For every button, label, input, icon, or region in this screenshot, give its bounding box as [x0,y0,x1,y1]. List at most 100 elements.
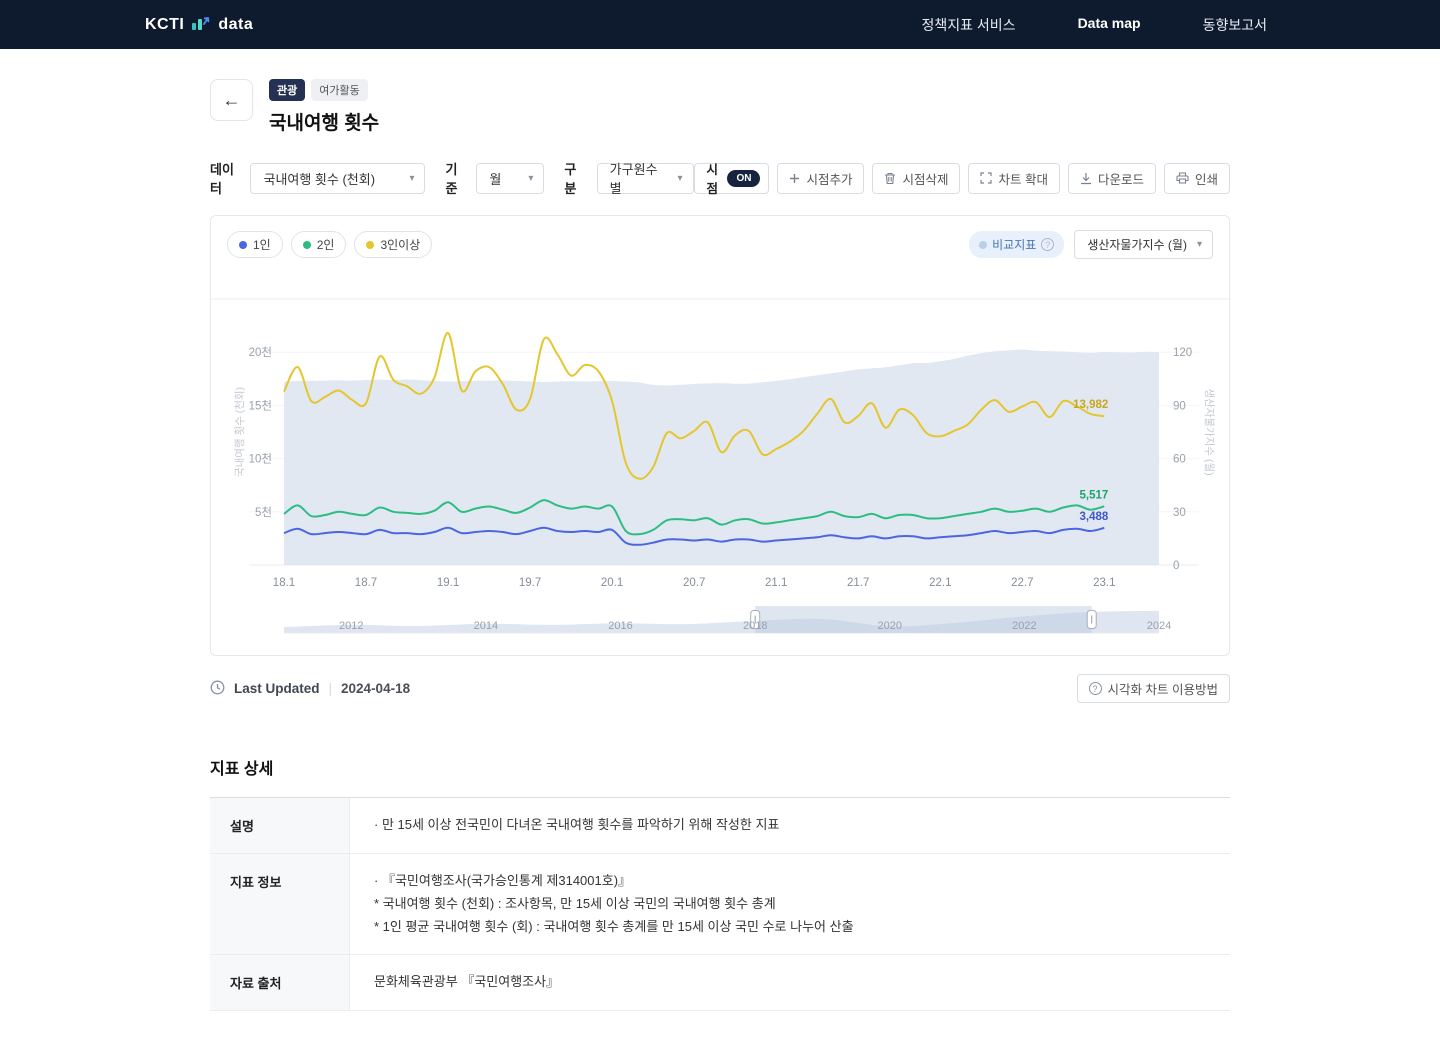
row-label: 지표 정보 [210,854,350,954]
data-select-label: 데이터 [210,159,241,197]
plus-icon [789,173,800,184]
table-row: 지표 정보 · 『국민여행조사(국가승인통계 제314001호)』 * 국내여행… [210,854,1230,955]
page-title: 국내여행 횟수 [269,108,379,135]
trash-icon [884,172,896,185]
svg-text:23.1: 23.1 [1093,577,1115,589]
svg-text:30: 30 [1173,507,1186,519]
svg-text:20.7: 20.7 [683,577,705,589]
chevron-down-icon: ▾ [528,173,533,184]
print-icon [1176,172,1189,184]
time-point-toggle[interactable]: 시점 ON [694,163,770,194]
logo-chart-icon [191,15,211,35]
compare-select-value: 생산자물가지수 (월) [1087,236,1187,253]
row-label: 자료 출처 [210,955,350,1010]
last-updated-label: Last Updated [234,681,320,696]
svg-text:국내여행 횟수 (천회): 국내여행 횟수 (천회) [234,387,246,477]
indicator-detail-table: 설명 · 만 15세 이상 전국민이 다녀온 국내여행 횟수를 파악하기 위해 … [210,797,1230,1011]
compare-indicator-chip[interactable]: 비교지표 ? [969,231,1064,258]
back-button[interactable]: ← [210,79,253,121]
logo-kcti-text: KCTI [145,16,184,34]
tag-leisure: 여가활동 [311,79,367,101]
basis-select[interactable]: 월 ▾ [476,163,544,194]
svg-text:120: 120 [1173,347,1192,359]
download-button[interactable]: 다운로드 [1068,163,1156,194]
svg-text:22.1: 22.1 [929,577,951,589]
expand-chart-button[interactable]: 차트 확대 [968,163,1059,194]
tag-tourism: 관광 [269,79,305,101]
print-button[interactable]: 인쇄 [1164,163,1230,194]
svg-text:21.7: 21.7 [847,577,869,589]
last-updated-date: 2024-04-18 [341,681,410,696]
legend-dot-yellow [366,241,374,249]
basis-select-value: 월 [489,169,501,188]
clock-icon [210,680,225,698]
legend-item-3person-plus[interactable]: 3인이상 [354,231,432,258]
svg-text:10천: 10천 [249,452,272,466]
legend-dot-green [303,241,311,249]
svg-text:21.1: 21.1 [765,577,787,589]
data-select[interactable]: 국내여행 횟수 (천회) ▾ [250,163,425,194]
back-arrow-icon: ← [223,90,241,111]
legend-item-1person[interactable]: 1인 [227,231,283,258]
basis-select-label: 기준 [445,159,467,197]
row-value: · 만 15세 이상 전국민이 다녀온 국내여행 횟수를 파악하기 위해 작성한… [350,798,1230,853]
legend-dot-blue [239,241,247,249]
nav-policy-indicator-service[interactable]: 정책지표 서비스 [922,15,1016,35]
time-point-label: 시점 [707,159,720,197]
svg-text:2020: 2020 [878,620,902,632]
svg-text:90: 90 [1173,400,1186,412]
legend-item-2person[interactable]: 2인 [291,231,347,258]
row-label: 설명 [210,798,350,853]
svg-text:5,517: 5,517 [1080,489,1109,501]
compare-indicator-select[interactable]: 생산자물가지수 (월) ▾ [1074,230,1213,259]
chevron-down-icon: ▾ [409,173,414,184]
row-value: 문화체육관광부 『국민여행조사』 [350,955,1230,1010]
main-nav: 정책지표 서비스 Data map 동향보고서 [922,15,1268,35]
help-question-icon: ? [1041,238,1054,251]
table-row: 자료 출처 문화체육관광부 『국민여행조사』 [210,955,1230,1011]
svg-text:20천: 20천 [249,345,272,359]
svg-text:19.1: 19.1 [437,577,459,589]
group-select[interactable]: 가구원수별 ▾ [597,163,694,194]
title-row: ← 관광 여가활동 국내여행 횟수 [210,79,1230,135]
svg-text:18.7: 18.7 [355,577,377,589]
svg-text:5천: 5천 [255,505,272,519]
toggle-on-badge: ON [727,170,760,187]
svg-text:19.7: 19.7 [519,577,541,589]
add-time-point-button[interactable]: 시점추가 [777,163,864,194]
svg-text:2012: 2012 [339,620,363,632]
svg-text:2022: 2022 [1012,620,1036,632]
nav-trend-report[interactable]: 동향보고서 [1203,15,1267,35]
chevron-down-icon: ▾ [1197,239,1202,250]
svg-text:15천: 15천 [249,398,272,412]
chart-howto-button[interactable]: ? 시각화 차트 이용방법 [1077,674,1230,703]
timeline-brush[interactable]: 2012201420162018202020222024 [211,603,1231,643]
help-question-icon: ? [1089,682,1102,695]
delete-time-point-button[interactable]: 시점삭제 [872,163,960,194]
logo[interactable]: KCTI data [145,15,253,35]
svg-text:2016: 2016 [608,620,632,632]
top-nav: KCTI data 정책지표 서비스 Data map 동향보고서 [0,0,1440,49]
chart-legend: 1인 2인 3인이상 [227,231,432,258]
svg-text:0: 0 [1173,560,1179,572]
svg-text:생산자물가지수 (월): 생산자물가지수 (월) [1203,388,1215,475]
table-row: 설명 · 만 15세 이상 전국민이 다녀온 국내여행 횟수를 파악하기 위해 … [210,798,1230,854]
logo-data-text: data [218,16,253,34]
download-icon [1080,172,1092,185]
meta-row: Last Updated | 2024-04-18 ? 시각화 차트 이용방법 [210,674,1230,703]
nav-data-map[interactable]: Data map [1078,15,1141,35]
svg-text:20.1: 20.1 [601,577,623,589]
category-tags: 관광 여가활동 [269,79,379,101]
svg-text:2024: 2024 [1147,620,1171,632]
svg-text:3,488: 3,488 [1080,511,1109,523]
expand-icon [980,172,992,184]
row-value: · 『국민여행조사(국가승인통계 제314001호)』 * 국내여행 횟수 (천… [350,854,1230,954]
compare-dot [979,241,987,249]
group-select-label: 구분 [564,159,587,197]
controls-row: 데이터 국내여행 횟수 (천회) ▾ 기준 월 ▾ 구분 가구원수별 ▾ [210,159,1230,197]
svg-text:18.1: 18.1 [273,577,295,589]
data-select-value: 국내여행 횟수 (천회) [263,169,375,188]
line-chart[interactable]: 13,9825,5173,48820천15천10천5천120906030018.… [211,271,1231,603]
svg-text:2018: 2018 [743,620,767,632]
svg-text:13,982: 13,982 [1073,399,1108,411]
